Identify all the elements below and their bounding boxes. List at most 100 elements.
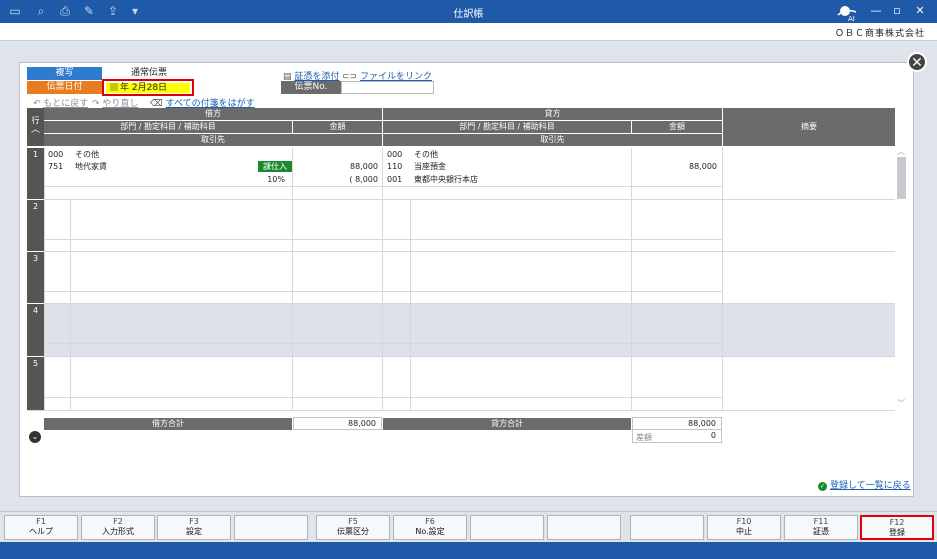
window-title: 仕訳帳 — [453, 9, 484, 20]
debit-dept-code[interactable]: 000 — [48, 149, 63, 160]
fkey-code: F3 — [189, 517, 199, 526]
f8-empty-button[interactable] — [547, 515, 621, 540]
date-marker-icon — [110, 83, 118, 91]
register-and-return-link[interactable]: ✓ 登録して一覧に戻る — [818, 478, 911, 491]
credit-dept-code[interactable]: 000 — [387, 149, 402, 160]
f7-empty-button[interactable] — [470, 515, 544, 540]
grid-line — [631, 148, 632, 410]
copy-button[interactable]: 複写 — [27, 67, 102, 80]
scroll-up-icon[interactable]: ︿ — [897, 146, 905, 157]
grid-line — [44, 186, 722, 187]
f10-cancel-button[interactable]: F10 中止 — [707, 515, 781, 540]
fkey-label: 証憑 — [813, 527, 829, 536]
memo-header: 摘要 — [723, 108, 895, 146]
grid-line — [44, 239, 722, 240]
date-field-highlight: 年 2月28日 — [102, 79, 194, 96]
f11-evidence-button[interactable]: F11 証憑 — [784, 515, 858, 540]
f6-number-settings-button[interactable]: F6 No.設定 — [393, 515, 467, 540]
minimize-icon[interactable]: — — [868, 3, 884, 19]
expand-down-icon[interactable]: ⌄ — [29, 431, 41, 443]
row-number[interactable]: 3 — [27, 252, 44, 303]
fkey-label: 伝票区分 — [337, 527, 369, 536]
grid-line — [44, 291, 722, 292]
f5-voucher-type-button[interactable]: F5 伝票区分 — [316, 515, 390, 540]
check-icon: ✓ — [818, 482, 827, 491]
grid-line — [44, 397, 722, 398]
debit-account-header: 部門 / 勘定科目 / 補助科目 — [44, 121, 292, 133]
credit-sub-name[interactable]: 東都中央銀行本店 — [414, 174, 478, 185]
debit-account-name[interactable]: 地代家賃 — [75, 161, 107, 172]
f9-empty-button[interactable] — [630, 515, 704, 540]
grid-line — [70, 200, 71, 410]
grid-line — [44, 251, 895, 252]
grid-line — [382, 148, 383, 410]
fkey-label: 中止 — [736, 527, 752, 536]
debit-amount-header: 金額 — [293, 121, 382, 133]
fkey-code: F2 — [113, 517, 123, 526]
credit-total-value: 88,000 — [632, 417, 722, 430]
credit-amount[interactable]: 88,000 — [632, 161, 717, 172]
row-header: 行 ︿ — [27, 108, 44, 146]
grid-line — [44, 303, 895, 304]
f3-settings-button[interactable]: F3 設定 — [157, 515, 231, 540]
maximize-icon[interactable]: ▫ — [889, 3, 905, 19]
credit-account-name[interactable]: 当座預金 — [414, 161, 446, 172]
f12-register-button[interactable]: F12 登録 — [860, 515, 934, 540]
debit-header: 借方 — [44, 108, 382, 120]
difference-value: 0 — [632, 430, 722, 443]
debit-account-code[interactable]: 751 — [48, 161, 63, 172]
voucher-no-input[interactable] — [341, 81, 434, 94]
date-value: 年 2月28日 — [120, 83, 168, 93]
fkey-label: ヘルプ — [29, 527, 53, 536]
debit-amount[interactable]: 88,000 — [293, 161, 378, 172]
grid-line — [44, 148, 45, 410]
fkey-label: No.設定 — [415, 527, 445, 536]
close-window-icon[interactable]: ✕ — [912, 3, 928, 19]
credit-header: 貸方 — [383, 108, 722, 120]
fkey-label: 登録 — [889, 528, 905, 537]
close-dialog-icon[interactable]: ✕ — [907, 52, 927, 72]
credit-account-header: 部門 / 勘定科目 / 補助科目 — [383, 121, 631, 133]
voucher-no-label: 伝票No. — [281, 81, 341, 94]
scroll-thumb[interactable] — [897, 157, 906, 199]
credit-partner-header: 取引先 — [383, 134, 722, 146]
register-and-return-label: 登録して一覧に戻る — [830, 481, 911, 491]
fkey-label: 入力形式 — [102, 527, 134, 536]
tax-category-badge[interactable]: 課仕入 — [258, 161, 292, 172]
tax-amount[interactable]: ( 8,000 — [293, 174, 378, 185]
row-4-highlight — [44, 304, 895, 356]
debit-dept-name[interactable]: その他 — [75, 149, 99, 160]
company-name: ＯＢＣ商事株式会社 — [834, 29, 925, 39]
fkey-code: F5 — [348, 517, 358, 526]
row-number[interactable]: 5 — [27, 357, 44, 410]
row-header-label: 行 — [31, 116, 40, 125]
fkey-label: 設定 — [186, 527, 202, 536]
f2-input-format-button[interactable]: F2 入力形式 — [81, 515, 155, 540]
ai-logo-icon: AI — [837, 6, 857, 22]
status-bar — [0, 542, 937, 559]
f1-help-button[interactable]: F1 ヘルプ — [4, 515, 78, 540]
date-field[interactable]: 年 2月28日 — [106, 83, 190, 93]
grid-line — [722, 148, 723, 410]
row-number[interactable]: 2 — [27, 200, 44, 251]
collapse-up-icon[interactable]: ︿ — [27, 126, 44, 135]
fkey-code: F6 — [425, 517, 435, 526]
credit-sub-code[interactable]: 001 — [387, 174, 402, 185]
grid-line — [292, 148, 293, 410]
scroll-down-icon[interactable]: ﹀ — [897, 398, 905, 409]
credit-dept-name[interactable]: その他 — [414, 149, 438, 160]
f4-empty-button[interactable] — [234, 515, 308, 540]
fkey-code: F11 — [813, 517, 829, 526]
grid-line — [44, 356, 895, 357]
tax-rate[interactable]: 10% — [230, 174, 285, 185]
row-number[interactable]: 1 — [27, 148, 44, 199]
date-label: 伝票日付 — [27, 81, 102, 94]
credit-account-code[interactable]: 110 — [387, 161, 402, 172]
title-bar: ▭ ⌕ ⎙ ✎ ⇪ ▾ 仕訳帳 AI — ▫ ✕ — [0, 0, 937, 23]
fkey-code: F1 — [36, 517, 46, 526]
fkey-code: F12 — [889, 518, 905, 527]
row-number[interactable]: 4 — [27, 304, 44, 356]
grid-line — [410, 200, 411, 410]
grid-line — [44, 343, 722, 344]
grid-line — [44, 199, 895, 200]
